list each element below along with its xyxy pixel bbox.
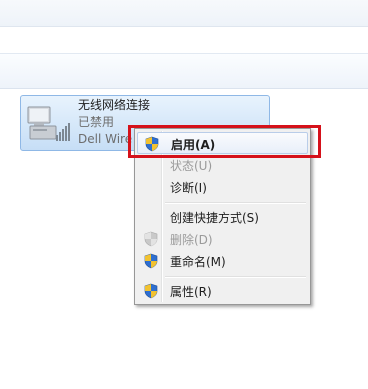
menu-item-rename[interactable]: 重命名(M)	[137, 250, 308, 272]
menu-item-properties[interactable]: 属性(R)	[137, 280, 308, 302]
toolbar	[0, 53, 368, 89]
menu-item-delete[interactable]: 删除(D)	[137, 228, 308, 250]
menu-item-label: 状态(U)	[170, 159, 213, 173]
uac-shield-icon	[144, 253, 158, 269]
menu-item-create-shortcut[interactable]: 创建快捷方式(S)	[137, 206, 308, 228]
menu-item-label: 启用(A)	[171, 138, 216, 152]
window-top-strip	[0, 0, 368, 27]
adapter-name: 无线网络连接	[78, 98, 151, 112]
uac-shield-icon	[144, 283, 158, 299]
menu-separator	[165, 276, 306, 278]
menu-item-diagnose[interactable]: 诊断(I)	[137, 176, 308, 198]
menu-item-label: 删除(D)	[170, 233, 213, 247]
menu-item-label: 创建快捷方式(S)	[170, 211, 259, 225]
menu-item-label: 属性(R)	[170, 285, 212, 299]
menu-item-label: 重命名(M)	[170, 255, 226, 269]
uac-shield-icon	[145, 136, 159, 152]
menu-item-label: 诊断(I)	[170, 181, 207, 195]
menu-item-enable[interactable]: 启用(A)	[137, 132, 308, 154]
context-menu: 启用(A) 状态(U) 诊断(I) 创建快捷方式(S) 删除(D) 重命名(M)	[134, 128, 311, 305]
uac-shield-icon	[144, 231, 158, 247]
menu-item-status[interactable]: 状态(U)	[137, 154, 308, 176]
menu-separator	[165, 202, 306, 204]
wireless-adapter-icon	[27, 106, 70, 141]
